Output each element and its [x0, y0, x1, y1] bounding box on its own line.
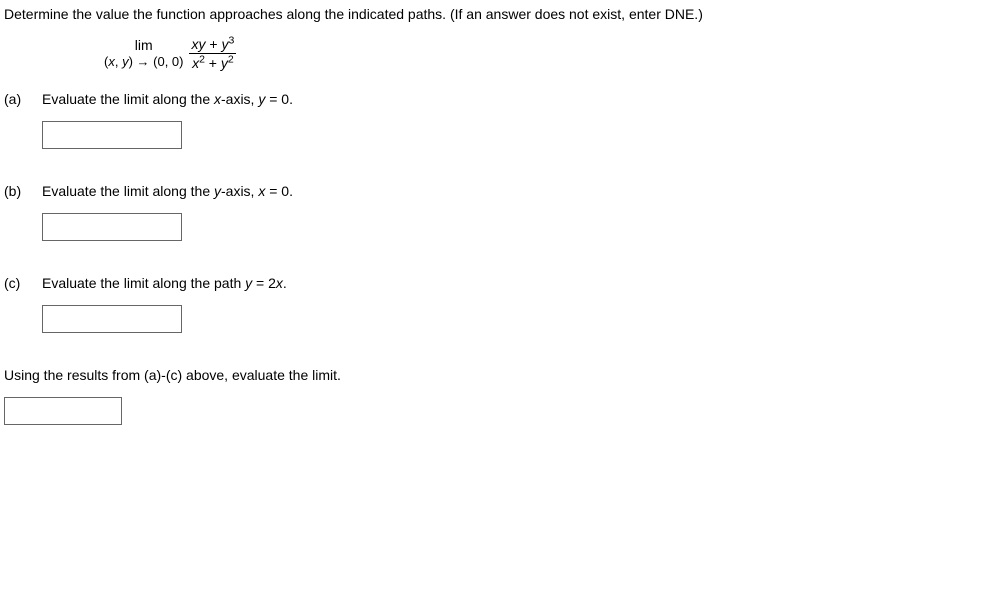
part-b-prompt: Evaluate the limit along the y-axis, x =… [42, 183, 981, 199]
question-container: Determine the value the function approac… [0, 0, 985, 441]
part-b-body: Evaluate the limit along the y-axis, x =… [42, 183, 981, 241]
fraction-denominator: x2 + y2 [189, 54, 236, 71]
limit-fraction: xy + y3 x2 + y2 [189, 36, 236, 71]
part-a-label: (a) [4, 91, 28, 149]
lim-label: lim [104, 37, 183, 54]
part-b-label: (b) [4, 183, 28, 241]
final-section: Using the results from (a)-(c) above, ev… [4, 367, 981, 425]
limit-expression: lim (x, y) → (0, 0) xy + y3 x2 + y2 [104, 36, 981, 71]
answer-input-c[interactable] [42, 305, 182, 333]
part-c-label: (c) [4, 275, 28, 333]
answer-input-a[interactable] [42, 121, 182, 149]
part-c-prompt: Evaluate the limit along the path y = 2x… [42, 275, 981, 291]
answer-input-final[interactable] [4, 397, 122, 425]
part-c-body: Evaluate the limit along the path y = 2x… [42, 275, 981, 333]
instructions-text: Determine the value the function approac… [4, 6, 981, 22]
answer-input-b[interactable] [42, 213, 182, 241]
part-a: (a) Evaluate the limit along the x-axis,… [4, 91, 981, 149]
fraction-numerator: xy + y3 [189, 36, 236, 54]
part-a-body: Evaluate the limit along the x-axis, y =… [42, 91, 981, 149]
part-c: (c) Evaluate the limit along the path y … [4, 275, 981, 333]
final-prompt: Using the results from (a)-(c) above, ev… [4, 367, 981, 383]
limit-operator: lim (x, y) → (0, 0) [104, 37, 183, 69]
limit-approach: (x, y) → (0, 0) [104, 54, 183, 70]
part-a-prompt: Evaluate the limit along the x-axis, y =… [42, 91, 981, 107]
part-b: (b) Evaluate the limit along the y-axis,… [4, 183, 981, 241]
